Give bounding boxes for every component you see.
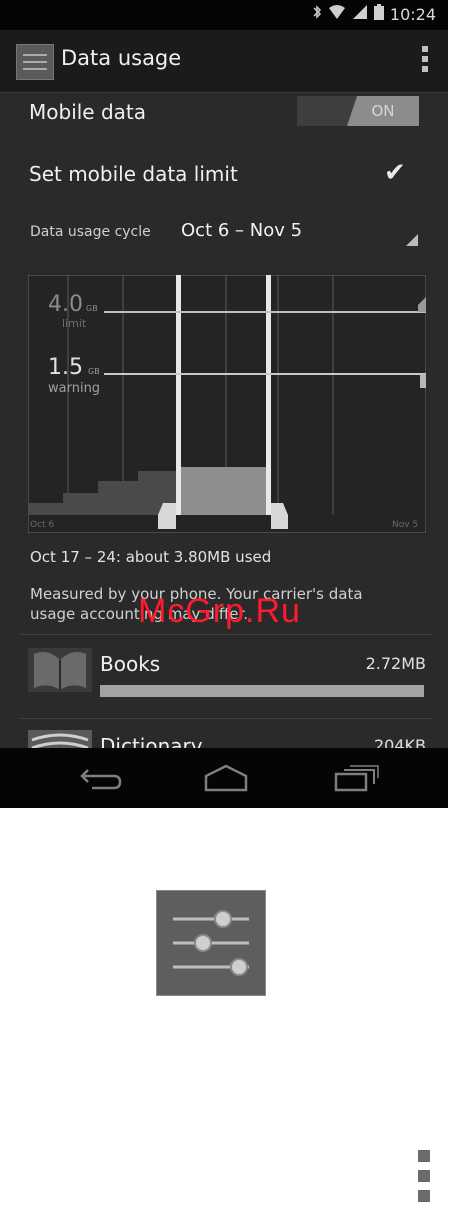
app-size-books: 2.72MB (365, 654, 426, 673)
signal-icon (352, 4, 368, 24)
page-title: Data usage (61, 46, 182, 70)
wifi-icon (328, 4, 346, 24)
back-icon[interactable] (78, 764, 124, 796)
cycle-label: Data usage cycle (30, 224, 151, 240)
status-bar: 10:24 (0, 0, 448, 30)
overflow-menu-icon[interactable] (422, 46, 428, 76)
usage-chart[interactable]: 4.0 GB limit 1.5 GB warning Oct 6 Nov 5 (28, 275, 426, 533)
battery-icon (373, 4, 384, 24)
overflow-menu-icon-large (418, 1150, 432, 1210)
set-limit-checkbox[interactable]: ✔ (384, 158, 406, 188)
warning-label: warning (48, 381, 100, 396)
watermark: McGrp.Ru (138, 592, 301, 630)
limit-unit: GB (86, 304, 98, 313)
limit-label: limit (62, 317, 87, 330)
app-usage-bar-books (100, 685, 424, 697)
usage-summary: Oct 17 – 24: about 3.80MB used (30, 548, 272, 566)
books-icon (28, 648, 92, 692)
usage-area-selected (178, 467, 266, 515)
warning-unit: GB (88, 367, 100, 376)
warning-value: 1.5 (48, 355, 83, 380)
dropdown-arrow-icon[interactable] (406, 234, 418, 246)
settings-sliders-icon-large (156, 890, 266, 996)
mobile-data-toggle[interactable]: ON (297, 96, 419, 126)
set-limit-label: Set mobile data limit (29, 162, 238, 186)
clock: 10:24 (389, 4, 436, 24)
x-end-label: Nov 5 (392, 520, 418, 530)
bluetooth-icon (312, 4, 322, 24)
limit-value: 4.0 (48, 292, 83, 317)
home-icon[interactable] (202, 764, 250, 796)
warning-handle[interactable] (420, 374, 426, 388)
mobile-data-label: Mobile data (29, 100, 147, 124)
phone-screen: 10:24 Data usage Mobile data ON Set mobi… (0, 0, 448, 808)
navigation-bar (0, 748, 448, 808)
recent-apps-icon[interactable] (334, 764, 380, 796)
app-name-books: Books (100, 652, 161, 676)
toggle-on-label: ON (347, 96, 419, 126)
app-usage-fill-books (100, 685, 424, 697)
x-start-label: Oct 6 (30, 520, 54, 530)
action-bar: Data usage (0, 30, 448, 93)
cycle-dropdown[interactable]: Oct 6 – Nov 5 (181, 220, 302, 241)
settings-sliders-icon[interactable] (16, 44, 54, 80)
